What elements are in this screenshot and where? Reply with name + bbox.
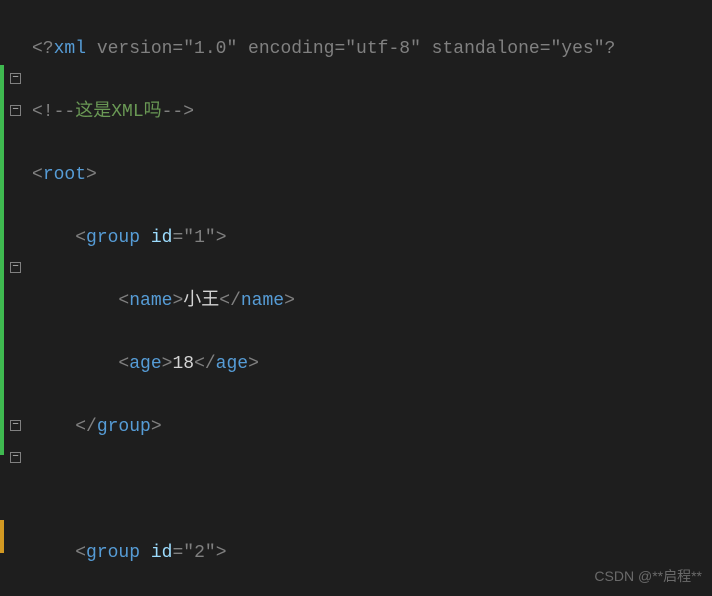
fold-toggle-icon[interactable]: − — [10, 105, 21, 116]
code-line[interactable]: <age>18</age> — [28, 349, 712, 381]
code-line[interactable]: <root> — [28, 160, 712, 192]
code-line[interactable]: <group id="1"> — [28, 223, 712, 255]
code-line[interactable]: </group> — [28, 412, 712, 444]
code-line[interactable] — [28, 475, 712, 507]
code-line[interactable]: <?xml version="1.0" encoding="utf-8" sta… — [28, 34, 712, 66]
fold-toggle-icon[interactable]: − — [10, 452, 21, 463]
code-area[interactable]: <?xml version="1.0" encoding="utf-8" sta… — [28, 0, 712, 596]
fold-toggle-icon[interactable]: − — [10, 73, 21, 84]
code-editor[interactable]: − − − − − <?xml version="1.0" encoding="… — [0, 0, 712, 596]
gutter: − − − − − — [0, 0, 28, 596]
watermark-text: CSDN @**启程** — [594, 564, 702, 589]
code-line[interactable]: <name>小王</name> — [28, 286, 712, 318]
change-indicator-yellow — [0, 520, 4, 553]
fold-toggle-icon[interactable]: − — [10, 262, 21, 273]
change-indicator-green — [0, 65, 4, 455]
code-line[interactable]: <!--这是XML吗--> — [28, 97, 712, 129]
fold-toggle-icon[interactable]: − — [10, 420, 21, 431]
